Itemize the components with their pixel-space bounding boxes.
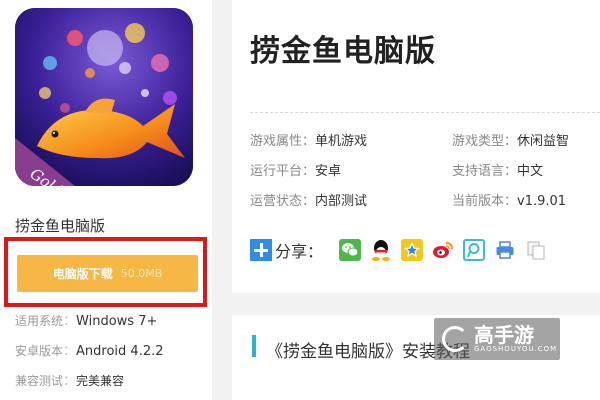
attr-game-type: 游戏类型：休闲益智 bbox=[452, 130, 569, 149]
attr-language: 支持语言：中文 bbox=[452, 160, 543, 179]
download-highlight-frame: 电脑版下载 50.0MB bbox=[4, 237, 207, 307]
site-watermark: 高手游 GAOSHOUYOU.COM bbox=[434, 318, 560, 360]
info-key: 兼容测试 bbox=[15, 374, 64, 388]
info-sep: ： bbox=[63, 374, 77, 389]
attr-value[interactable]: 单机游戏 bbox=[315, 134, 367, 149]
qzone-icon[interactable] bbox=[401, 239, 424, 261]
watermark-subtext: GAOSHOUYOU.COM bbox=[474, 345, 558, 353]
attr-value: 安卓 bbox=[315, 164, 342, 179]
attr-value[interactable]: 休闲益智 bbox=[517, 134, 569, 149]
plus-icon[interactable] bbox=[250, 239, 272, 261]
pc-download-button[interactable]: 电脑版下载 50.0MB bbox=[17, 255, 198, 292]
share-bar: 分享： bbox=[250, 238, 548, 262]
attr-key: 支持语言： bbox=[452, 164, 518, 179]
info-value: Android 4.2.2 bbox=[76, 344, 164, 359]
attr-value: 中文 bbox=[517, 164, 544, 179]
attr-key: 游戏类型： bbox=[452, 134, 518, 149]
info-key: 安卓版本 bbox=[15, 344, 64, 358]
print-icon[interactable] bbox=[494, 239, 517, 261]
watermark-text: 高手游 bbox=[474, 323, 534, 347]
info-value: 完美兼容 bbox=[76, 374, 125, 388]
copy-icon[interactable] bbox=[525, 239, 548, 261]
attr-version: 当前版本：v1.9.01 bbox=[452, 190, 566, 209]
qq-icon[interactable] bbox=[370, 239, 393, 261]
goldfish-icon: Goldfish bbox=[15, 8, 193, 186]
info-sep: ： bbox=[63, 314, 77, 329]
info-sep: ： bbox=[63, 344, 77, 359]
attr-value: 内部测试 bbox=[315, 194, 368, 209]
wechat-icon[interactable] bbox=[339, 239, 362, 261]
download-label: 电脑版下载 bbox=[52, 267, 113, 281]
info-value: Windows 7+ bbox=[76, 314, 158, 329]
info-row-system: 适用系统：Windows 7+ bbox=[15, 310, 157, 329]
attr-platform: 运行平台：安卓 bbox=[250, 160, 341, 179]
attr-key: 运行平台： bbox=[250, 164, 316, 179]
page-title: 捞金鱼电脑版 bbox=[250, 34, 436, 69]
tencent-weibo-icon[interactable] bbox=[463, 239, 486, 261]
detail-card: 捞金鱼电脑版 游戏属性：单机游戏 游戏类型：休闲益智 运行平台：安卓 支持语言：… bbox=[232, 0, 600, 293]
weibo-icon[interactable] bbox=[432, 239, 455, 261]
app-name: 捞金鱼电脑版 bbox=[15, 217, 106, 235]
attr-value: v1.9.01 bbox=[517, 194, 567, 209]
attr-key: 当前版本： bbox=[452, 194, 518, 209]
app-icon[interactable]: Goldfish bbox=[15, 8, 193, 186]
download-size: 50.0MB bbox=[120, 267, 163, 280]
accent-bar bbox=[252, 335, 256, 357]
watermark-logo-icon bbox=[442, 326, 468, 352]
info-row-compat: 兼容测试：完美兼容 bbox=[15, 370, 124, 389]
divider bbox=[250, 112, 600, 113]
info-key: 适用系统 bbox=[15, 314, 64, 328]
attr-status: 运营状态：内部测试 bbox=[250, 190, 367, 209]
attr-game-property: 游戏属性：单机游戏 bbox=[250, 130, 367, 149]
app-card: Goldfish 捞金鱼电脑版 电脑版下载 50.0MB 适用系统：Window… bbox=[0, 0, 212, 400]
info-row-android: 安卓版本：Android 4.2.2 bbox=[15, 340, 164, 359]
attr-key: 游戏属性： bbox=[250, 134, 316, 149]
watermark-text-group: 高手游 GAOSHOUYOU.COM bbox=[474, 325, 557, 353]
share-label: 分享： bbox=[275, 242, 324, 261]
attr-key: 运营状态： bbox=[250, 194, 316, 209]
